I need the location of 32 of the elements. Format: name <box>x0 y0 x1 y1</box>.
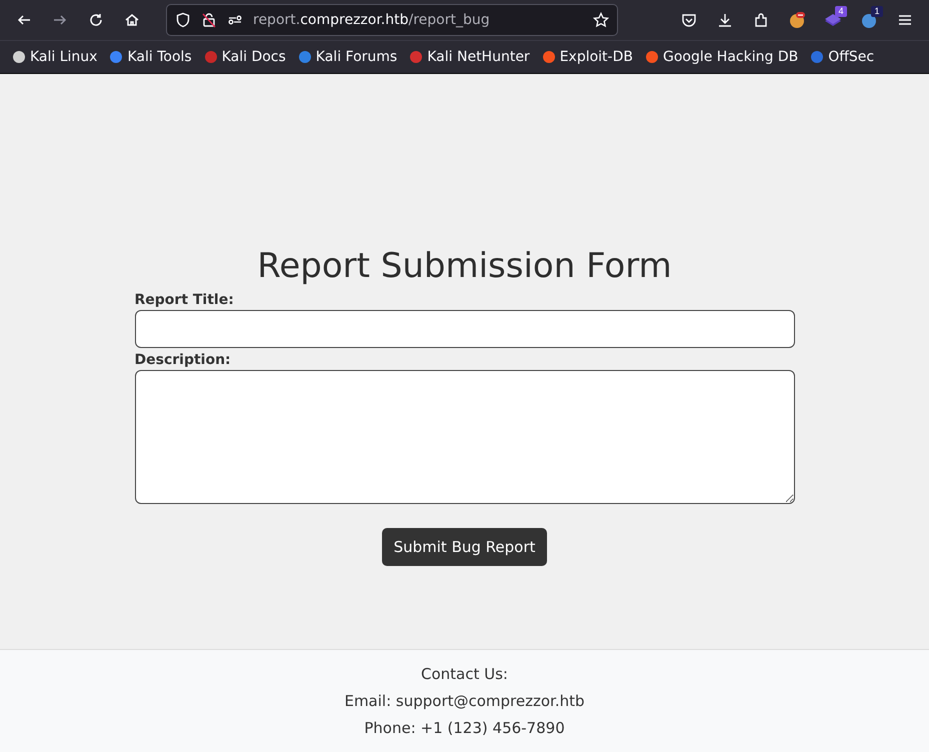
bookmark-link[interactable]: Exploit-DB <box>538 46 637 68</box>
puzzle-icon <box>753 12 769 28</box>
footer-text: Email: support@comprezzor.htb <box>344 692 585 710</box>
star-icon[interactable] <box>593 12 609 28</box>
bookmark-link[interactable]: Kali NetHunter <box>405 46 534 68</box>
bookmark-link[interactable]: Kali Linux <box>8 46 102 68</box>
field-label: Report Title: <box>134 292 235 308</box>
bookmark-link[interactable]: Kali Tools <box>105 46 196 68</box>
count-badge: 4 <box>835 6 847 17</box>
footer-text: Contact Us: <box>421 665 508 683</box>
bookmark-link[interactable]: Google Hacking DB <box>640 46 802 68</box>
submit-button[interactable]: Submit Bug Report <box>382 528 548 566</box>
address-bar[interactable]: report.comprezzor.htb/report_bug <box>166 4 618 36</box>
bookmark-link[interactable]: Kali Docs <box>200 46 290 68</box>
reload-icon <box>88 12 104 28</box>
bookmark-link[interactable]: OffSec <box>806 46 878 68</box>
bookmark-link[interactable]: Kali Forums <box>294 46 402 68</box>
pocket-icon <box>681 12 697 28</box>
insecure-lock-icon <box>201 12 217 28</box>
shield-icon <box>175 12 191 28</box>
form-heading: Report Submission Form <box>257 246 672 286</box>
count-badge: 1 <box>871 6 883 17</box>
extension-icon <box>788 11 806 29</box>
footer-text: Phone: +1 (123) 456-7890 <box>364 719 565 737</box>
toolbar-button[interactable]: 1 <box>853 4 885 36</box>
toolbar-button[interactable]: 4 <box>817 4 849 36</box>
description-field[interactable] <box>134 370 794 504</box>
home-icon <box>124 12 140 28</box>
download-icon <box>717 12 733 28</box>
field-label: Description: <box>134 352 232 368</box>
title-field[interactable] <box>134 310 794 348</box>
url-text: report.comprezzor.htb/report_bug <box>253 12 491 28</box>
